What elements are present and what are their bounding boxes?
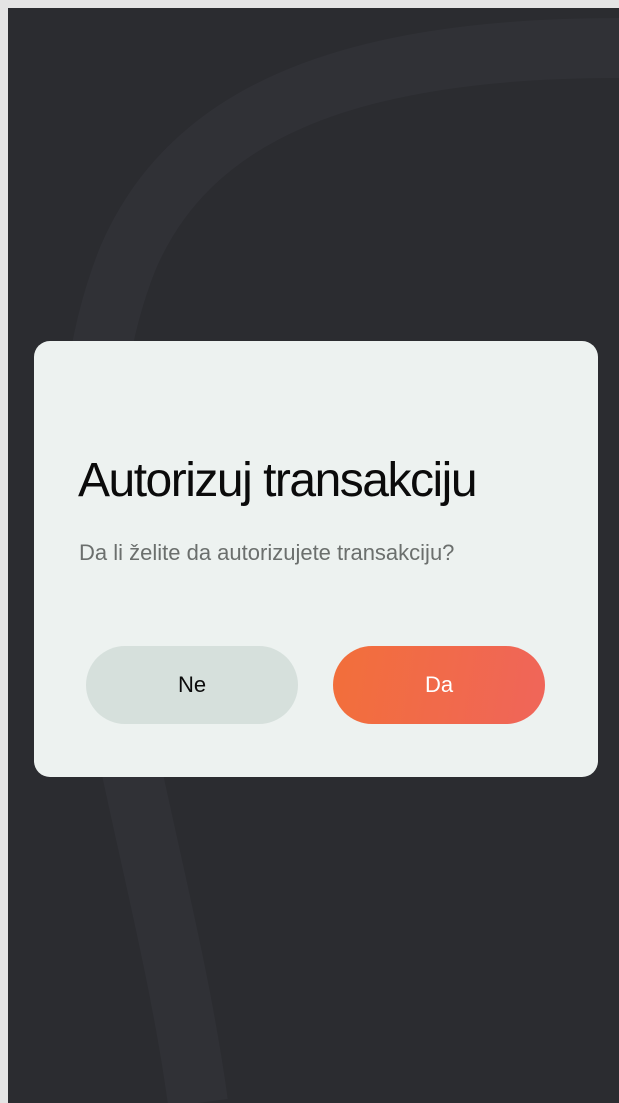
- dialog-message: Da li želite da autorizujete transakciju…: [79, 540, 455, 565]
- dialog-title: Autorizuj transakciju: [78, 454, 478, 507]
- confirm-button[interactable]: Da: [333, 646, 545, 724]
- authorize-dialog: Autorizuj transakciju Da li želite da au…: [34, 341, 598, 777]
- app-screen: Autorizuj transakciju Da li želite da au…: [8, 8, 619, 1103]
- cancel-button[interactable]: Ne: [86, 646, 298, 724]
